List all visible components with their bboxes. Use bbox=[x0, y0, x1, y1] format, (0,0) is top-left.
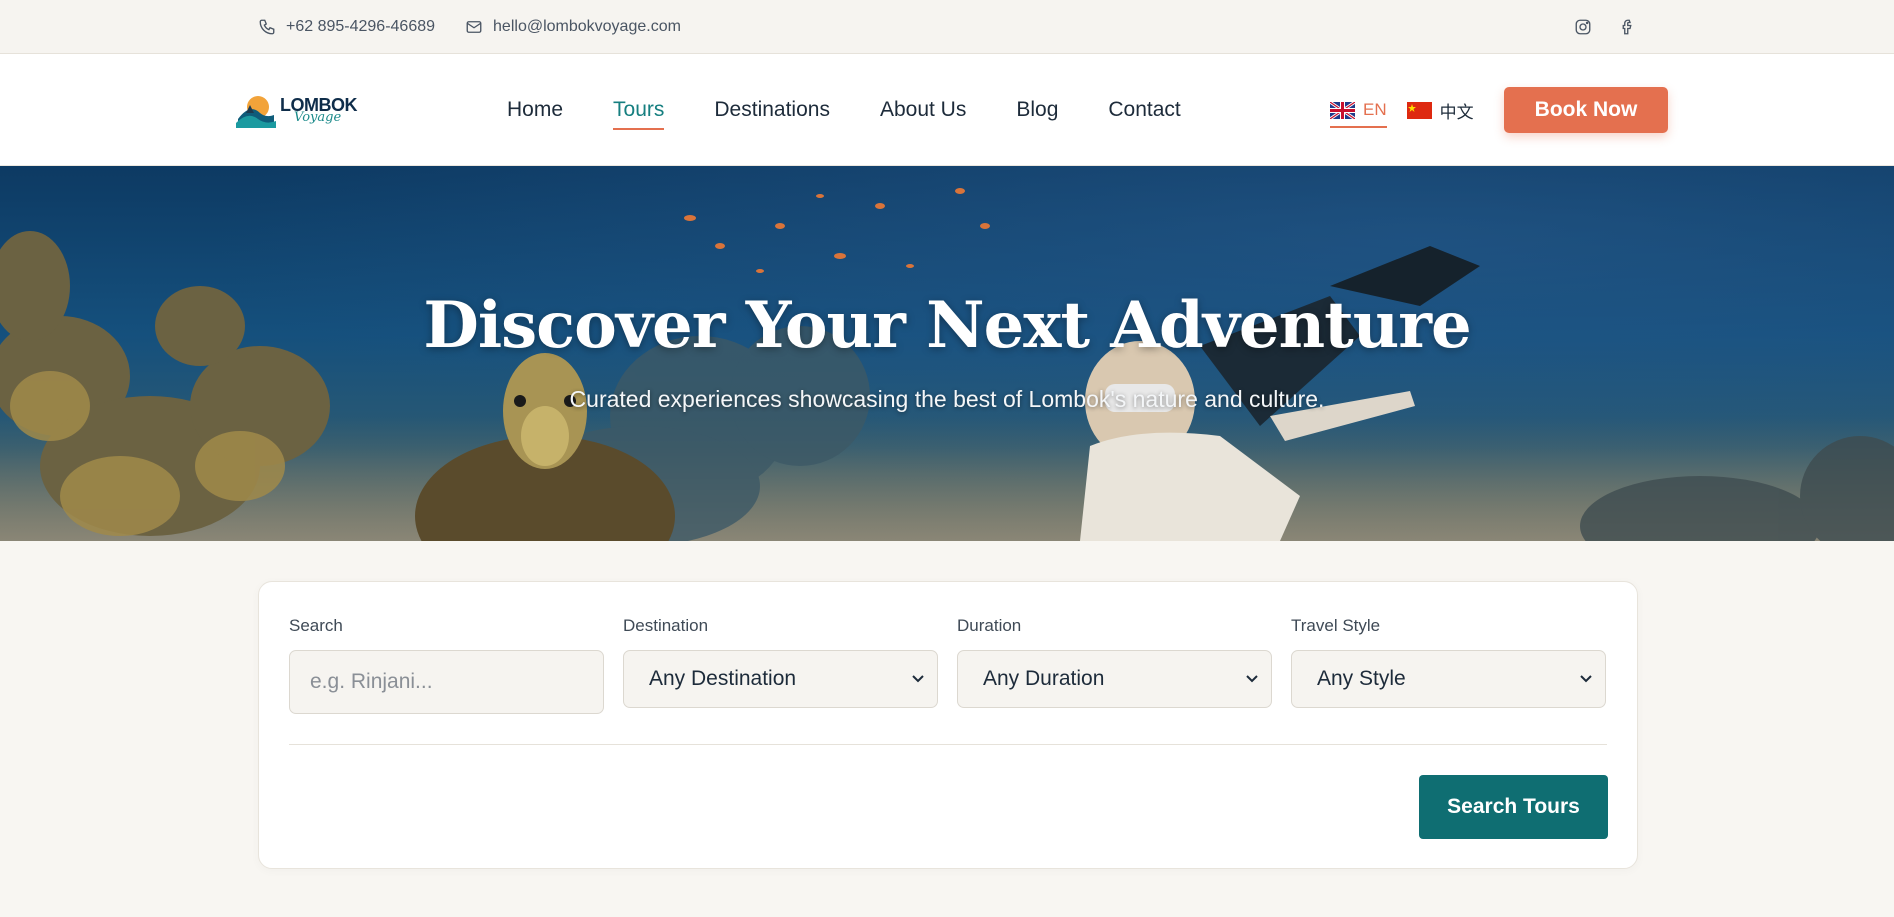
duration-label: Duration bbox=[957, 616, 1022, 635]
search-input[interactable] bbox=[289, 650, 604, 714]
lang-en[interactable]: EN bbox=[1330, 92, 1387, 128]
top-bar: +62 895-4296-46689 hello@lombokvoyage.co… bbox=[0, 0, 1894, 54]
chevron-down-icon bbox=[1246, 675, 1258, 683]
chevron-down-icon bbox=[1580, 675, 1592, 683]
nav-blog[interactable]: Blog bbox=[1016, 90, 1058, 130]
phone-contact[interactable]: +62 895-4296-46689 bbox=[258, 18, 435, 36]
travel-style-field-group: Travel Style Any Style bbox=[1291, 616, 1606, 708]
destination-field-group: Destination Any Destination bbox=[623, 616, 938, 708]
main-nav: Home Tours Destinations About Us Blog Co… bbox=[507, 54, 1181, 166]
nav-destinations[interactable]: Destinations bbox=[714, 90, 830, 130]
travel-style-select[interactable]: Any Style bbox=[1291, 650, 1606, 708]
facebook-icon[interactable] bbox=[1618, 18, 1636, 36]
nav-home[interactable]: Home bbox=[507, 90, 563, 130]
search-field-group: Search bbox=[289, 616, 604, 714]
lang-zh[interactable]: 中文 bbox=[1406, 90, 1474, 131]
duration-field-group: Duration Any Duration bbox=[957, 616, 1272, 708]
nav-contact[interactable]: Contact bbox=[1108, 90, 1180, 130]
instagram-icon[interactable] bbox=[1574, 18, 1592, 36]
nav-about-us[interactable]: About Us bbox=[880, 90, 966, 130]
social-links bbox=[1574, 18, 1636, 36]
search-tours-button[interactable]: Search Tours bbox=[1419, 775, 1608, 839]
hero-subtitle: Curated experiences showcasing the best … bbox=[569, 386, 1325, 412]
book-now-button[interactable]: Book Now bbox=[1504, 87, 1668, 133]
mail-icon bbox=[466, 21, 482, 33]
destination-label: Destination bbox=[623, 616, 709, 635]
china-flag-icon bbox=[1406, 101, 1432, 119]
hero-title: Discover Your Next Adventure bbox=[423, 288, 1471, 363]
duration-select[interactable]: Any Duration bbox=[957, 650, 1272, 708]
tour-search-card: Search Destination Any Destination Durat… bbox=[258, 581, 1638, 869]
destination-select[interactable]: Any Destination bbox=[623, 650, 938, 708]
phone-icon bbox=[259, 19, 275, 35]
travel-style-label: Travel Style bbox=[1291, 616, 1381, 635]
phone-number: +62 895-4296-46689 bbox=[286, 18, 436, 35]
destination-value: Any Destination bbox=[649, 667, 797, 690]
lang-en-label: EN bbox=[1363, 100, 1387, 119]
email-address: hello@lombokvoyage.com bbox=[493, 18, 681, 35]
email-contact[interactable]: hello@lombokvoyage.com bbox=[465, 18, 681, 36]
lang-zh-label: 中文 bbox=[1439, 102, 1474, 122]
language-switcher: EN 中文 bbox=[1330, 54, 1474, 166]
duration-value: Any Duration bbox=[983, 667, 1105, 690]
chevron-down-icon bbox=[912, 675, 924, 683]
logo-mark-icon bbox=[236, 96, 276, 128]
search-label: Search bbox=[289, 616, 343, 635]
uk-flag-icon bbox=[1330, 101, 1355, 119]
card-divider bbox=[289, 744, 1607, 745]
travel-style-value: Any Style bbox=[1317, 667, 1406, 690]
nav-tours[interactable]: Tours bbox=[613, 90, 665, 130]
hero-banner: Discover Your Next Adventure Curated exp… bbox=[0, 166, 1894, 541]
logo-text: LOMBOK Voyage bbox=[280, 96, 358, 124]
logo[interactable]: LOMBOK Voyage bbox=[234, 90, 358, 130]
